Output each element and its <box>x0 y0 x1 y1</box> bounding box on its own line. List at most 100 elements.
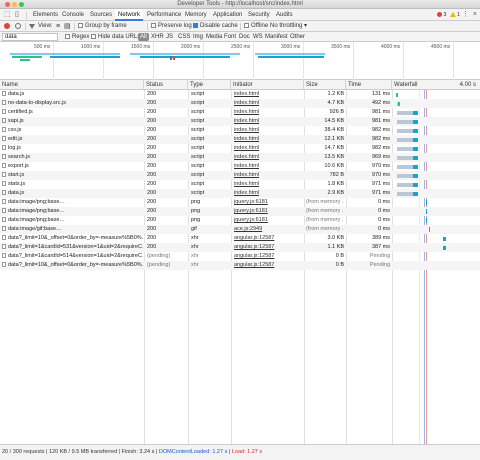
request-initiator-link[interactable]: angular.js:12587 <box>234 261 302 270</box>
column-header-type[interactable]: Type <box>188 80 231 90</box>
waterfall-bar[interactable] <box>413 129 418 133</box>
table-row[interactable]: start.js 200 script index.html 782 B 970 ms <box>0 171 480 180</box>
waterfall-bar[interactable] <box>442 246 447 250</box>
overview-icon[interactable]: ▤ <box>64 22 71 31</box>
waterfall-bar[interactable] <box>413 183 418 187</box>
request-initiator-link[interactable]: index.html <box>234 171 302 180</box>
table-row[interactable]: xapi.js 200 script index.html 14.5 KB 981 ms <box>0 117 480 126</box>
tab-security[interactable]: Security <box>245 9 273 21</box>
request-name-cell[interactable]: export.js <box>1 162 143 171</box>
request-name-cell[interactable]: search.js <box>1 153 143 162</box>
type-filter-xhr[interactable]: XHR <box>150 33 165 41</box>
request-initiator-link[interactable]: index.html <box>234 90 302 99</box>
waterfall-bar[interactable] <box>413 120 418 124</box>
waterfall-wait-bar[interactable] <box>397 120 414 124</box>
disable-cache-checkbox[interactable]: Disable cache <box>193 22 238 31</box>
tab-console[interactable]: Console <box>59 9 87 21</box>
more-options-icon[interactable]: ⋮ <box>462 11 469 19</box>
request-name-cell[interactable]: data?_limit=10&_offset=0&order_by=-measu… <box>1 261 143 270</box>
request-name-cell[interactable]: no-data-to-display.src.js <box>1 99 143 108</box>
request-name-cell[interactable]: certified.js <box>1 108 143 117</box>
waterfall-bar[interactable] <box>395 93 398 97</box>
request-name-cell[interactable]: edit.js <box>1 135 143 144</box>
waterfall-bar[interactable] <box>413 192 418 196</box>
filter-input[interactable] <box>2 33 58 41</box>
table-row[interactable]: data.js 200 script index.html 1.2 KB 131 ms <box>0 90 480 99</box>
tab-application[interactable]: Application <box>210 9 245 21</box>
table-row[interactable]: stats.js 200 script index.html 1.8 KB 971 ms <box>0 180 480 189</box>
waterfall-wait-bar[interactable] <box>397 183 414 187</box>
record-icon[interactable] <box>4 23 10 29</box>
request-name-cell[interactable]: data.js <box>1 189 143 198</box>
waterfall-bar[interactable] <box>429 227 431 232</box>
request-initiator-link[interactable]: ace.js:2949 <box>234 225 302 234</box>
request-name-cell[interactable]: start.js <box>1 171 143 180</box>
request-initiator-link[interactable]: index.html <box>234 189 302 198</box>
waterfall-wait-bar[interactable] <box>397 129 414 133</box>
table-row[interactable]: no-data-to-display.src.js 200 script index.… <box>0 99 480 108</box>
inspect-element-icon[interactable]: ⬚ <box>4 11 11 19</box>
request-initiator-link[interactable]: index.html <box>234 144 302 153</box>
waterfall-bar[interactable] <box>413 111 418 115</box>
request-name-cell[interactable]: data:image/png;base… <box>1 216 143 225</box>
request-name-cell[interactable]: data:image/gif;base… <box>1 225 143 234</box>
request-name-cell[interactable]: data?_limit=10&_offset=0&order_by=-measu… <box>1 234 143 243</box>
request-initiator-link[interactable]: angular.js:12587 <box>234 252 302 261</box>
request-initiator-link[interactable]: jquery.js:6181 <box>234 198 302 207</box>
table-row[interactable]: data:image/png;base… 200 png jquery.js:6181… <box>0 198 480 207</box>
waterfall-bar[interactable] <box>413 147 418 151</box>
table-row[interactable]: data?_limit=10&_offset=0&order_by=-measu… <box>0 234 480 243</box>
table-row[interactable]: data?_limit=1&cardId=531&version=1&uid=2… <box>0 243 480 252</box>
waterfall-wait-bar[interactable] <box>397 192 414 196</box>
request-name-cell[interactable]: csv.js <box>1 126 143 135</box>
column-header-status[interactable]: Status <box>144 80 188 90</box>
tab-audits[interactable]: Audits <box>273 9 296 21</box>
tab-performance[interactable]: Performance <box>144 9 184 21</box>
waterfall-bar[interactable] <box>426 218 428 223</box>
type-filter-css[interactable]: CSS <box>177 33 191 41</box>
type-filter-font[interactable]: Font <box>223 33 237 41</box>
column-header-initiator[interactable]: Initiator <box>231 80 304 90</box>
request-initiator-link[interactable]: index.html <box>234 180 302 189</box>
waterfall-bar[interactable] <box>442 237 447 241</box>
type-filter-js[interactable]: JS <box>165 33 174 41</box>
group-by-frame-checkbox[interactable]: Group by frame <box>78 22 127 31</box>
type-filter-media[interactable]: Media <box>205 33 223 41</box>
type-filter-manifest[interactable]: Manifest <box>264 33 289 41</box>
table-row[interactable]: data?_limit=10&_offset=0&order_by=-measu… <box>0 261 480 270</box>
type-filter-img[interactable]: Img <box>192 33 204 41</box>
request-name-cell[interactable]: data:image/png;base… <box>1 198 143 207</box>
tab-elements[interactable]: Elements <box>30 9 61 21</box>
request-initiator-link[interactable]: index.html <box>234 126 302 135</box>
waterfall-bar[interactable] <box>413 165 418 169</box>
table-row[interactable]: data:image/gif;base… 200 gif ace.js:2949 (fr… <box>0 225 480 234</box>
device-toolbar-icon[interactable]: ▯ <box>15 11 19 19</box>
waterfall-wait-bar[interactable] <box>397 165 414 169</box>
timeline-overview[interactable]: 500 ms 1000 ms 1500 ms 2000 ms 2500 ms 3… <box>0 42 480 80</box>
request-initiator-link[interactable]: angular.js:12587 <box>234 234 302 243</box>
hide-data-urls-checkbox[interactable]: Hide data URLs <box>90 33 141 41</box>
close-devtools-icon[interactable]: × <box>473 11 477 19</box>
request-name-cell[interactable]: data.js <box>1 90 143 99</box>
preserve-log-checkbox[interactable]: Preserve log <box>151 22 192 31</box>
column-header-waterfall[interactable]: Waterfall 4.00 s <box>392 80 480 90</box>
clear-icon[interactable] <box>15 23 21 29</box>
request-name-cell[interactable]: log.js <box>1 144 143 153</box>
large-rows-icon[interactable]: ≡ <box>56 22 60 31</box>
waterfall-bar[interactable] <box>426 209 428 214</box>
request-initiator-link[interactable]: index.html <box>234 135 302 144</box>
table-row[interactable]: log.js 200 script index.html 14.7 KB 982 ms <box>0 144 480 153</box>
table-row[interactable]: certified.js 200 script index.html 926 B 981 … <box>0 108 480 117</box>
console-issue-badges[interactable]: 3 1 <box>437 12 460 18</box>
request-name-cell[interactable]: data?_limit=1&cardId=531&version=1&uid=2… <box>1 243 143 252</box>
table-row[interactable]: export.js 200 script index.html 10.6 KB 970 m… <box>0 162 480 171</box>
tab-sources[interactable]: Sources <box>87 9 115 21</box>
waterfall-bar[interactable] <box>426 200 428 205</box>
type-filter-other[interactable]: Other <box>289 33 306 41</box>
table-row[interactable]: data?_limit=1&cardId=514&version=1&uid=2… <box>0 252 480 261</box>
offline-checkbox[interactable]: Offline <box>244 22 268 31</box>
waterfall-bar[interactable] <box>413 174 418 178</box>
request-initiator-link[interactable]: index.html <box>234 117 302 126</box>
column-header-size[interactable]: Size <box>304 80 346 90</box>
request-initiator-link[interactable]: angular.js:12587 <box>234 243 302 252</box>
